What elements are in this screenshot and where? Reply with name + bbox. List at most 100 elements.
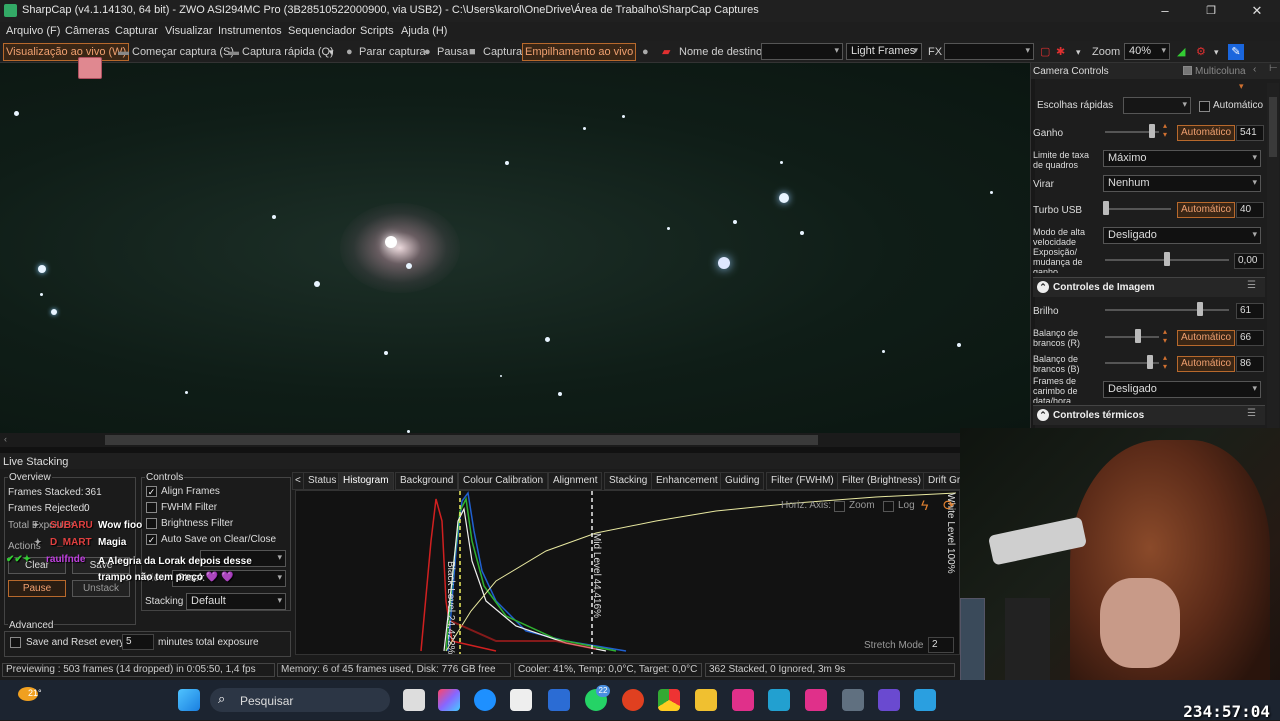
live-preview-image[interactable] [0, 57, 1030, 433]
histogram-icon[interactable]: ◢ [1177, 44, 1185, 60]
target-name-select[interactable] [761, 43, 843, 60]
menu-ajuda[interactable]: Ajuda (H) [401, 25, 447, 37]
multicolumn-checkbox[interactable] [1183, 66, 1192, 75]
usb-turbo-slider-thumb[interactable] [1103, 201, 1109, 215]
chevron-down-icon[interactable]: ▾ [1076, 44, 1081, 60]
wb-b-stepper[interactable]: ▴ ▾ [1163, 353, 1167, 371]
folder-icon[interactable] [695, 689, 717, 711]
wb-r-stepper[interactable]: ▴ ▾ [1163, 327, 1167, 345]
app-icon[interactable] [768, 689, 790, 711]
gain-auto-button[interactable]: Automático [1177, 125, 1236, 141]
brightness-value[interactable]: 61 [1236, 303, 1264, 319]
histogram-chart[interactable] [296, 491, 961, 656]
chrome-icon[interactable] [658, 689, 680, 711]
brightness-slider[interactable] [1105, 309, 1229, 311]
lightning-icon[interactable]: ϟ [921, 497, 928, 513]
usb-turbo-slider[interactable] [1105, 208, 1171, 210]
scrollbar-thumb[interactable] [1269, 97, 1277, 157]
wb-r-value[interactable]: 66 [1236, 330, 1264, 346]
live-view-button[interactable]: Visualização ao vivo (W) [3, 43, 130, 61]
gain-slider-thumb[interactable] [1149, 124, 1155, 138]
wb-b-value[interactable]: 86 [1236, 356, 1264, 372]
log-checkbox[interactable] [883, 501, 894, 512]
brightness-slider-thumb[interactable] [1197, 302, 1203, 316]
fx-select[interactable] [944, 43, 1034, 60]
quick-capture-button[interactable]: Captura rápida (Q) [242, 44, 334, 60]
star-icon[interactable]: ✱ [1056, 44, 1065, 60]
menu-cameras[interactable]: Câmeras [65, 25, 110, 37]
wb-r-auto-button[interactable]: Automático [1177, 330, 1236, 346]
app-icon[interactable] [914, 689, 936, 711]
tab-colour-calibration[interactable]: Colour Calibration [458, 472, 549, 490]
menu-sequenciador[interactable]: Sequenciador [288, 25, 356, 37]
stretch-mode-value[interactable]: 2 [928, 637, 954, 653]
thermal-controls-header[interactable]: ⌃ Controles térmicos ☰ [1033, 405, 1265, 425]
save-reset-minutes-input[interactable]: 5 [122, 634, 154, 650]
collapse-icon[interactable]: ⌃ [1037, 281, 1049, 293]
pin-icon[interactable]: ✎ [1228, 44, 1244, 60]
high-speed-select[interactable]: Desligado [1103, 227, 1261, 244]
tab-enhancement[interactable]: Enhancement [651, 472, 723, 490]
menu-capturar[interactable]: Capturar [115, 25, 158, 37]
exposure-slider-thumb[interactable] [1164, 252, 1170, 266]
overlay-icon[interactable] [78, 57, 102, 79]
zoom-select[interactable]: 40% [1124, 43, 1170, 60]
capture-button[interactable]: Captura [483, 44, 522, 60]
tab-background[interactable]: Background [395, 472, 459, 490]
tab-status[interactable]: Status [303, 472, 342, 490]
start-capture-button[interactable]: Começar captura (S) [132, 44, 234, 60]
gain-value[interactable]: 541 [1236, 125, 1264, 141]
quick-choices-select[interactable] [1123, 97, 1191, 114]
frame-type-select[interactable]: Light Frames [846, 43, 922, 60]
tab-alignment[interactable]: Alignment [548, 472, 603, 490]
menu-arquivo[interactable]: Arquivo (F) [6, 25, 60, 37]
maximize-button[interactable]: ❐ [1188, 0, 1234, 22]
menu-icon[interactable]: ☰ [1247, 280, 1256, 291]
search-box[interactable]: ⌕ Pesquisar [210, 688, 390, 712]
menu-icon[interactable]: ☰ [1247, 408, 1256, 419]
scrollbar-thumb[interactable] [105, 435, 818, 445]
app-icon[interactable] [732, 689, 754, 711]
app-icon[interactable] [805, 689, 827, 711]
image-controls-header[interactable]: ⌃ Controles de Imagem ☰ [1033, 277, 1265, 297]
tab-drift-graph[interactable]: Drift Gr [923, 472, 966, 490]
timestamp-select[interactable]: Desligado [1103, 381, 1261, 398]
histogram-view[interactable]: Black Level 24,422% Mid Level 44,416% Wh… [295, 490, 960, 655]
wb-r-slider[interactable] [1105, 336, 1159, 338]
fwhm-filter-checkbox[interactable] [146, 502, 157, 513]
task-view-icon[interactable] [403, 689, 425, 711]
collapse-icon[interactable]: ⌃ [1037, 409, 1049, 421]
usb-turbo-auto-button[interactable]: Automático [1177, 202, 1236, 218]
frame-rate-limit-select[interactable]: Máximo [1103, 150, 1261, 167]
save-reset-checkbox[interactable] [10, 637, 21, 648]
wb-r-slider-thumb[interactable] [1135, 329, 1141, 343]
tab-histogram[interactable]: Histogram [338, 472, 394, 490]
sharpcap-taskbar-icon[interactable] [842, 689, 864, 711]
edge-icon[interactable] [474, 689, 496, 711]
menu-visualizar[interactable]: Visualizar [165, 25, 213, 37]
chevron-down-icon[interactable]: ▾ [329, 44, 334, 60]
wb-b-auto-button[interactable]: Automático [1177, 356, 1236, 372]
chevron-down-icon[interactable]: ▾ [1239, 81, 1244, 92]
live-stack-button[interactable]: Empilhamento ao vivo [522, 43, 637, 61]
tab-guiding[interactable]: Guiding [720, 472, 765, 490]
opera-icon[interactable] [622, 689, 644, 711]
vertical-scrollbar[interactable] [1267, 83, 1279, 428]
minimize-button[interactable]: – [1142, 0, 1188, 22]
app-icon[interactable] [548, 689, 570, 711]
settings-icon[interactable]: ⚙ [1196, 44, 1206, 60]
copilot-icon[interactable] [438, 689, 460, 711]
zoom-checkbox[interactable] [834, 501, 845, 512]
stacking-select[interactable]: Default [186, 593, 286, 610]
usb-turbo-value[interactable]: 40 [1236, 202, 1264, 218]
wb-b-slider-thumb[interactable] [1147, 355, 1153, 369]
gain-stepper[interactable]: ▴ ▾ [1163, 121, 1167, 139]
align-frames-checkbox[interactable]: ✓ [146, 486, 157, 497]
tab-filter-fwhm[interactable]: Filter (FWHM) [766, 472, 839, 490]
reticle-icon[interactable]: ▢ [1040, 44, 1050, 60]
exposure-value[interactable]: 0,00 [1234, 253, 1264, 269]
tab-stacking[interactable]: Stacking [604, 472, 653, 490]
horizontal-scrollbar[interactable]: ‹ [0, 433, 1030, 447]
tab-filter-brightness[interactable]: Filter (Brightness) [837, 472, 926, 490]
start-icon[interactable] [178, 689, 200, 711]
